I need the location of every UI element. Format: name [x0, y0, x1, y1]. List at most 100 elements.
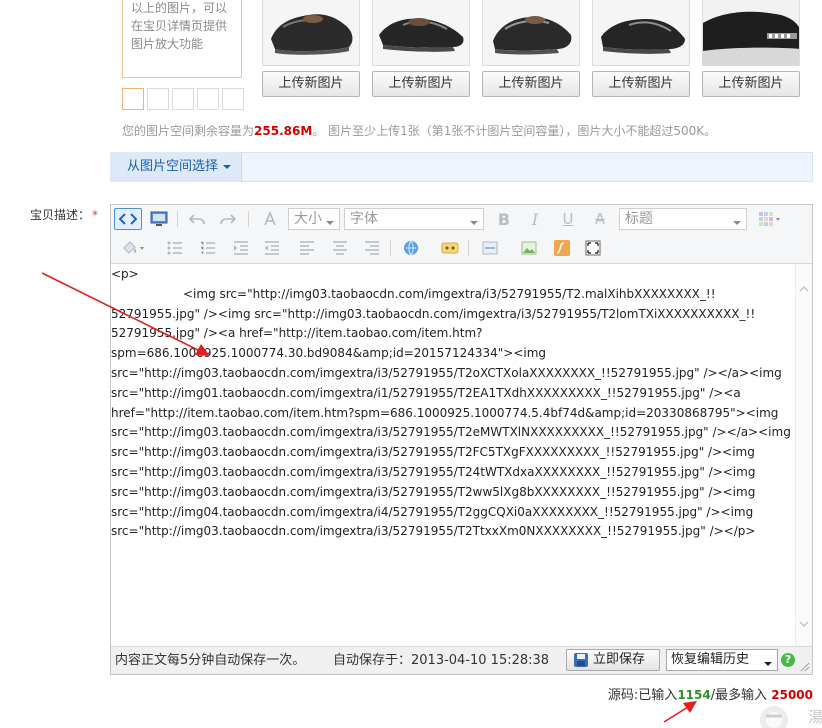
table-icon[interactable] — [756, 208, 786, 230]
bold-icon[interactable]: B — [493, 208, 515, 230]
source-char-counter: 源码:已输入1154/最多输入 25000 — [608, 684, 813, 703]
align-left-icon[interactable] — [296, 237, 318, 259]
editor-status-bar: 内容正文每5分钟自动保存一次。 自动保存于：2013-04-10 15:28:3… — [111, 646, 812, 674]
counter-prefix: 源码:已输入 — [607, 688, 678, 703]
redo-icon[interactable] — [217, 208, 239, 230]
space-tab-label: 从图片空间选择 — [127, 159, 219, 174]
font-family-select[interactable]: 字体 — [344, 208, 484, 230]
help-icon[interactable]: ? — [781, 653, 795, 667]
source-code-icon[interactable] — [114, 208, 142, 230]
save-now-label: 立即保存 — [593, 652, 646, 667]
undo-icon[interactable] — [186, 208, 208, 230]
counter-middle: /最多输入 — [710, 688, 768, 703]
product-image-slots: 上传新图片 上传新图片 上传新图片 上传新图片 上传新图片 — [262, 0, 802, 112]
emoticon-icon[interactable] — [439, 237, 461, 259]
heading-select[interactable]: 标题 — [619, 208, 747, 230]
thumbnail-slot-3[interactable] — [172, 88, 194, 110]
source-code-area[interactable]: <p> <img src="http://img03.taobaocdn.com… — [111, 265, 795, 647]
toolbar-separator — [177, 211, 178, 227]
toolbar-separator — [248, 211, 249, 227]
font-size-select[interactable]: 大小 — [288, 208, 340, 230]
fullscreen-icon[interactable] — [582, 237, 604, 259]
floating-bubble-icon — [760, 706, 788, 728]
bullet-list-icon[interactable] — [164, 237, 186, 259]
code-line: 52791955.jpg" /><a href="http://item.tao… — [111, 326, 483, 341]
counter-current: 1154 — [677, 688, 711, 702]
image-slot-1: 上传新图片 — [262, 0, 360, 97]
code-line: src="http://img03.taobaocdn.com/imgextra… — [111, 425, 791, 440]
horizontal-rule-icon[interactable] — [479, 237, 501, 259]
rich-text-editor: 大小 字体 B I U A 标题 <p> <img src="http://im… — [110, 204, 813, 675]
strikethrough-icon[interactable]: A — [589, 208, 611, 230]
vertical-scrollbar[interactable] — [795, 264, 812, 648]
code-line: <p> — [111, 267, 139, 281]
code-line: src="http://img03.taobaocdn.com/imgextra… — [111, 484, 756, 499]
code-line: 52791955.jpg" /><img src="http://img03.t… — [111, 306, 756, 321]
code-line: src="http://img03.taobaocdn.com/imgextra… — [111, 524, 756, 539]
upload-new-image-button[interactable]: 上传新图片 — [702, 71, 800, 97]
editor-toolbar: 大小 字体 B I U A 标题 — [111, 205, 812, 264]
hint-line: 在宝贝详情页提供 — [131, 19, 228, 33]
code-line: src="http://img01.taobaocdn.com/imgextra… — [111, 385, 741, 400]
autosave-note: 内容正文每5分钟自动保存一次。 — [115, 653, 306, 668]
code-line: src="http://img03.taobaocdn.com/imgextra… — [111, 445, 755, 460]
scroll-up-icon[interactable] — [799, 284, 809, 294]
corner-watermark: 湯 — [756, 704, 822, 728]
restore-history-select[interactable]: 恢复编辑历史 — [666, 649, 778, 671]
description-label: 宝贝描述： * — [30, 206, 98, 223]
product-photo[interactable] — [592, 0, 690, 66]
corner-glyph: 湯 — [808, 708, 822, 726]
thumbnail-slot-2[interactable] — [147, 88, 169, 110]
scroll-down-icon[interactable] — [799, 620, 809, 630]
hint-line: 图片放大功能 — [131, 37, 204, 51]
required-mark: * — [92, 208, 99, 222]
space-note-suffix: 。 图片至少上传1张（第1张不计图片空间容量），图片大小不能超过500K。 — [312, 124, 717, 138]
format-painter-icon[interactable] — [259, 208, 281, 230]
product-photo[interactable] — [702, 0, 800, 66]
thumbnail-slot-5[interactable] — [222, 88, 244, 110]
code-line: <img src="http://img03.taobaocdn.com/img… — [183, 286, 716, 301]
fill-color-icon[interactable] — [119, 237, 149, 259]
image-insert-icon[interactable] — [518, 237, 540, 259]
description-label-text: 宝贝描述： — [30, 208, 91, 222]
product-photo[interactable] — [482, 0, 580, 66]
hint-line: 以上的图片，可以 — [131, 1, 228, 15]
align-center-icon[interactable] — [329, 237, 351, 259]
image-slot-3: 上传新图片 — [482, 0, 580, 97]
align-right-icon[interactable] — [361, 237, 383, 259]
upload-new-image-button[interactable]: 上传新图片 — [372, 71, 470, 97]
product-photo[interactable] — [262, 0, 360, 66]
zoom-hint-box: 以上的图片，可以 在宝贝详情页提供 图片放大功能 — [122, 0, 242, 78]
autosave-time: 自动保存于：2013-04-10 15:28:38 — [333, 653, 550, 668]
flash-icon[interactable] — [551, 237, 573, 259]
counter-max: 25000 — [771, 688, 813, 702]
numbered-list-icon[interactable] — [197, 237, 219, 259]
code-line: href="http://item.taobao.com/item.htm?sp… — [111, 405, 779, 420]
upload-new-image-button[interactable]: 上传新图片 — [592, 71, 690, 97]
upload-new-image-button[interactable]: 上传新图片 — [482, 71, 580, 97]
thumbnail-slot-1[interactable] — [122, 88, 144, 110]
arrow-line-bottom — [663, 706, 689, 723]
indent-icon[interactable] — [230, 237, 252, 259]
italic-icon[interactable]: I — [524, 208, 546, 230]
chevron-down-icon — [223, 164, 232, 169]
code-line: src="http://img04.taobaocdn.com/imgextra… — [111, 504, 754, 519]
image-slot-2: 上传新图片 — [372, 0, 470, 97]
code-line: src="http://img03.taobaocdn.com/imgextra… — [111, 365, 782, 380]
preview-icon[interactable] — [148, 208, 170, 230]
outdent-icon[interactable] — [261, 237, 283, 259]
product-photo[interactable] — [372, 0, 470, 66]
toolbar-separator — [468, 240, 469, 256]
floppy-disk-icon — [574, 653, 588, 667]
resize-grip-icon[interactable] — [800, 662, 810, 672]
image-space-note: 您的图片空间剩余容量为255.86M。 图片至少上传1张（第1张不计图片空间容量… — [122, 122, 716, 139]
choose-from-image-space-tab[interactable]: 从图片空间选择 — [110, 152, 242, 182]
underline-icon[interactable]: U — [557, 208, 579, 230]
code-line: src="http://img03.taobaocdn.com/imgextra… — [111, 464, 756, 479]
thumbnail-slot-4[interactable] — [197, 88, 219, 110]
upload-new-image-button[interactable]: 上传新图片 — [262, 71, 360, 97]
save-now-button[interactable]: 立即保存 — [566, 649, 660, 671]
link-icon[interactable] — [400, 237, 422, 259]
image-slot-5: 上传新图片 — [702, 0, 800, 97]
code-line: spm=686.1000925.1000774.30.bd9084&amp;id… — [111, 346, 547, 361]
